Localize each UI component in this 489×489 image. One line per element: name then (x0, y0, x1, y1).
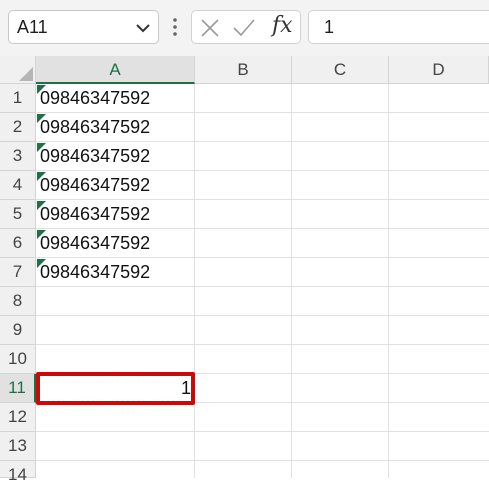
row-header-5[interactable]: 5 (0, 200, 36, 229)
row-header-11[interactable]: 11 (0, 374, 36, 403)
select-all-button[interactable] (0, 56, 36, 84)
cancel-icon[interactable] (200, 18, 220, 38)
cell-a2[interactable]: 09846347592 (40, 113, 150, 142)
insert-function-button[interactable]: fx (272, 13, 293, 38)
cell-a7[interactable]: 09846347592 (40, 258, 150, 287)
row-header-14[interactable]: 14 (0, 461, 36, 484)
check-icon[interactable] (232, 17, 256, 39)
chevron-down-icon[interactable] (134, 19, 152, 37)
formula-bar-area: A11 fx 1 (0, 0, 489, 56)
row-header-3[interactable]: 3 (0, 142, 36, 171)
formula-input[interactable]: 1 (308, 10, 489, 44)
row-header-9[interactable]: 9 (0, 316, 36, 345)
row-header-10[interactable]: 10 (0, 345, 36, 374)
column-header-b[interactable]: B (195, 56, 292, 84)
row-header-13[interactable]: 13 (0, 432, 36, 461)
column-header-d[interactable]: D (389, 56, 489, 84)
cell-a11-value: 1 (180, 378, 191, 398)
gridline (291, 84, 292, 478)
gridline (36, 344, 489, 345)
cell-a6[interactable]: 09846347592 (40, 229, 150, 258)
column-header-a[interactable]: A (36, 56, 195, 84)
gridline (36, 431, 489, 432)
gridline (36, 315, 489, 316)
copy-marquee (39, 375, 192, 402)
gridline (388, 84, 389, 478)
name-box-value: A11 (17, 17, 48, 37)
row-header-8[interactable]: 8 (0, 287, 36, 316)
worksheet-grid[interactable]: A B C D 1 2 3 4 5 6 7 8 9 10 11 12 13 14… (0, 56, 489, 484)
select-all-icon (19, 67, 33, 81)
more-options-icon[interactable] (170, 14, 180, 40)
cell-a3[interactable]: 09846347592 (40, 142, 150, 171)
cell-a5[interactable]: 09846347592 (40, 200, 150, 229)
column-header-c[interactable]: C (292, 56, 389, 84)
cell-a1[interactable]: 09846347592 (40, 84, 150, 113)
row-header-7[interactable]: 7 (0, 258, 36, 287)
gridline (194, 84, 195, 478)
formula-input-value: 1 (324, 17, 335, 37)
row-header-4[interactable]: 4 (0, 171, 36, 200)
gridline (36, 460, 489, 461)
name-box[interactable]: A11 (8, 10, 159, 44)
row-header-1[interactable]: 1 (0, 84, 36, 113)
row-header-6[interactable]: 6 (0, 229, 36, 258)
formula-actions: fx (191, 10, 301, 44)
row-header-2[interactable]: 2 (0, 113, 36, 142)
cell-a4[interactable]: 09846347592 (40, 171, 150, 200)
row-header-12[interactable]: 12 (0, 403, 36, 432)
